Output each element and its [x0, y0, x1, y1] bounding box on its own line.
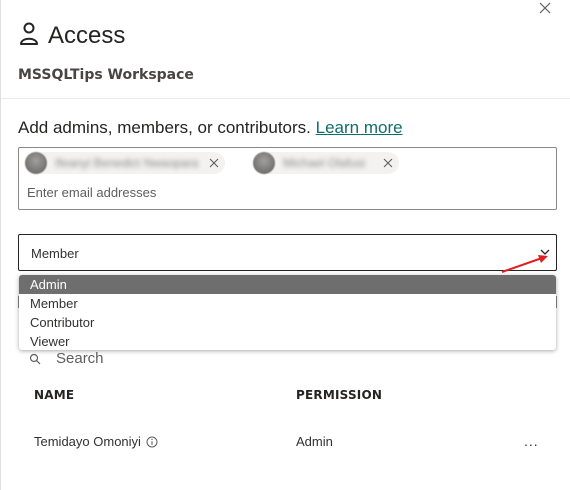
option-contributor[interactable]: Contributor [19, 313, 556, 332]
person-icon [20, 22, 38, 45]
panel-title: Access [48, 22, 126, 49]
learn-more-link[interactable]: Learn more [316, 118, 403, 137]
recipient-chip: Michael Olafusi [253, 152, 399, 174]
close-icon [539, 2, 551, 14]
email-input[interactable] [27, 185, 527, 200]
option-member[interactable]: Member [19, 294, 556, 313]
permission-select-value: Member [31, 246, 79, 261]
column-header-permission: PERMISSION [296, 388, 383, 402]
more-options-button[interactable]: ... [524, 434, 539, 448]
access-panel: Access MSSQLTips Workspace Add admins, m… [0, 0, 570, 490]
recipient-chip: Ifeanyi Benedict Nwaopara [25, 152, 225, 174]
remove-chip-icon[interactable] [383, 158, 393, 168]
avatar [253, 152, 275, 174]
avatar [25, 152, 47, 174]
member-search[interactable]: Search [29, 350, 104, 367]
column-header-name: NAME [34, 388, 75, 402]
search-icon [29, 353, 41, 364]
member-permission: Admin [296, 434, 333, 449]
close-button[interactable] [537, 0, 553, 16]
panel-header: Access [18, 22, 125, 50]
remove-chip-icon[interactable] [209, 158, 219, 168]
option-admin[interactable]: Admin [19, 275, 556, 294]
chip-name: Ifeanyi Benedict Nwaopara [55, 156, 199, 170]
header-divider [1, 98, 570, 99]
table-row-name: Temidayo Omoniyi [34, 434, 158, 449]
permission-dropdown: Admin Member Contributor Viewer [19, 275, 556, 350]
chip-name: Michael Olafusi [283, 156, 366, 170]
add-prompt: Add admins, members, or contributors. Le… [18, 118, 403, 138]
add-prompt-text: Add admins, members, or contributors. [18, 118, 311, 137]
permission-select[interactable]: Member [18, 234, 557, 271]
search-placeholder: Search [56, 350, 104, 367]
workspace-name: MSSQLTips Workspace [18, 67, 194, 83]
option-viewer[interactable]: Viewer [19, 332, 556, 350]
email-picker[interactable]: Ifeanyi Benedict Nwaopara Michael Olafus… [18, 147, 557, 210]
info-icon[interactable] [146, 436, 158, 448]
annotation-arrow-icon [501, 255, 548, 273]
member-name: Temidayo Omoniyi [34, 434, 141, 449]
